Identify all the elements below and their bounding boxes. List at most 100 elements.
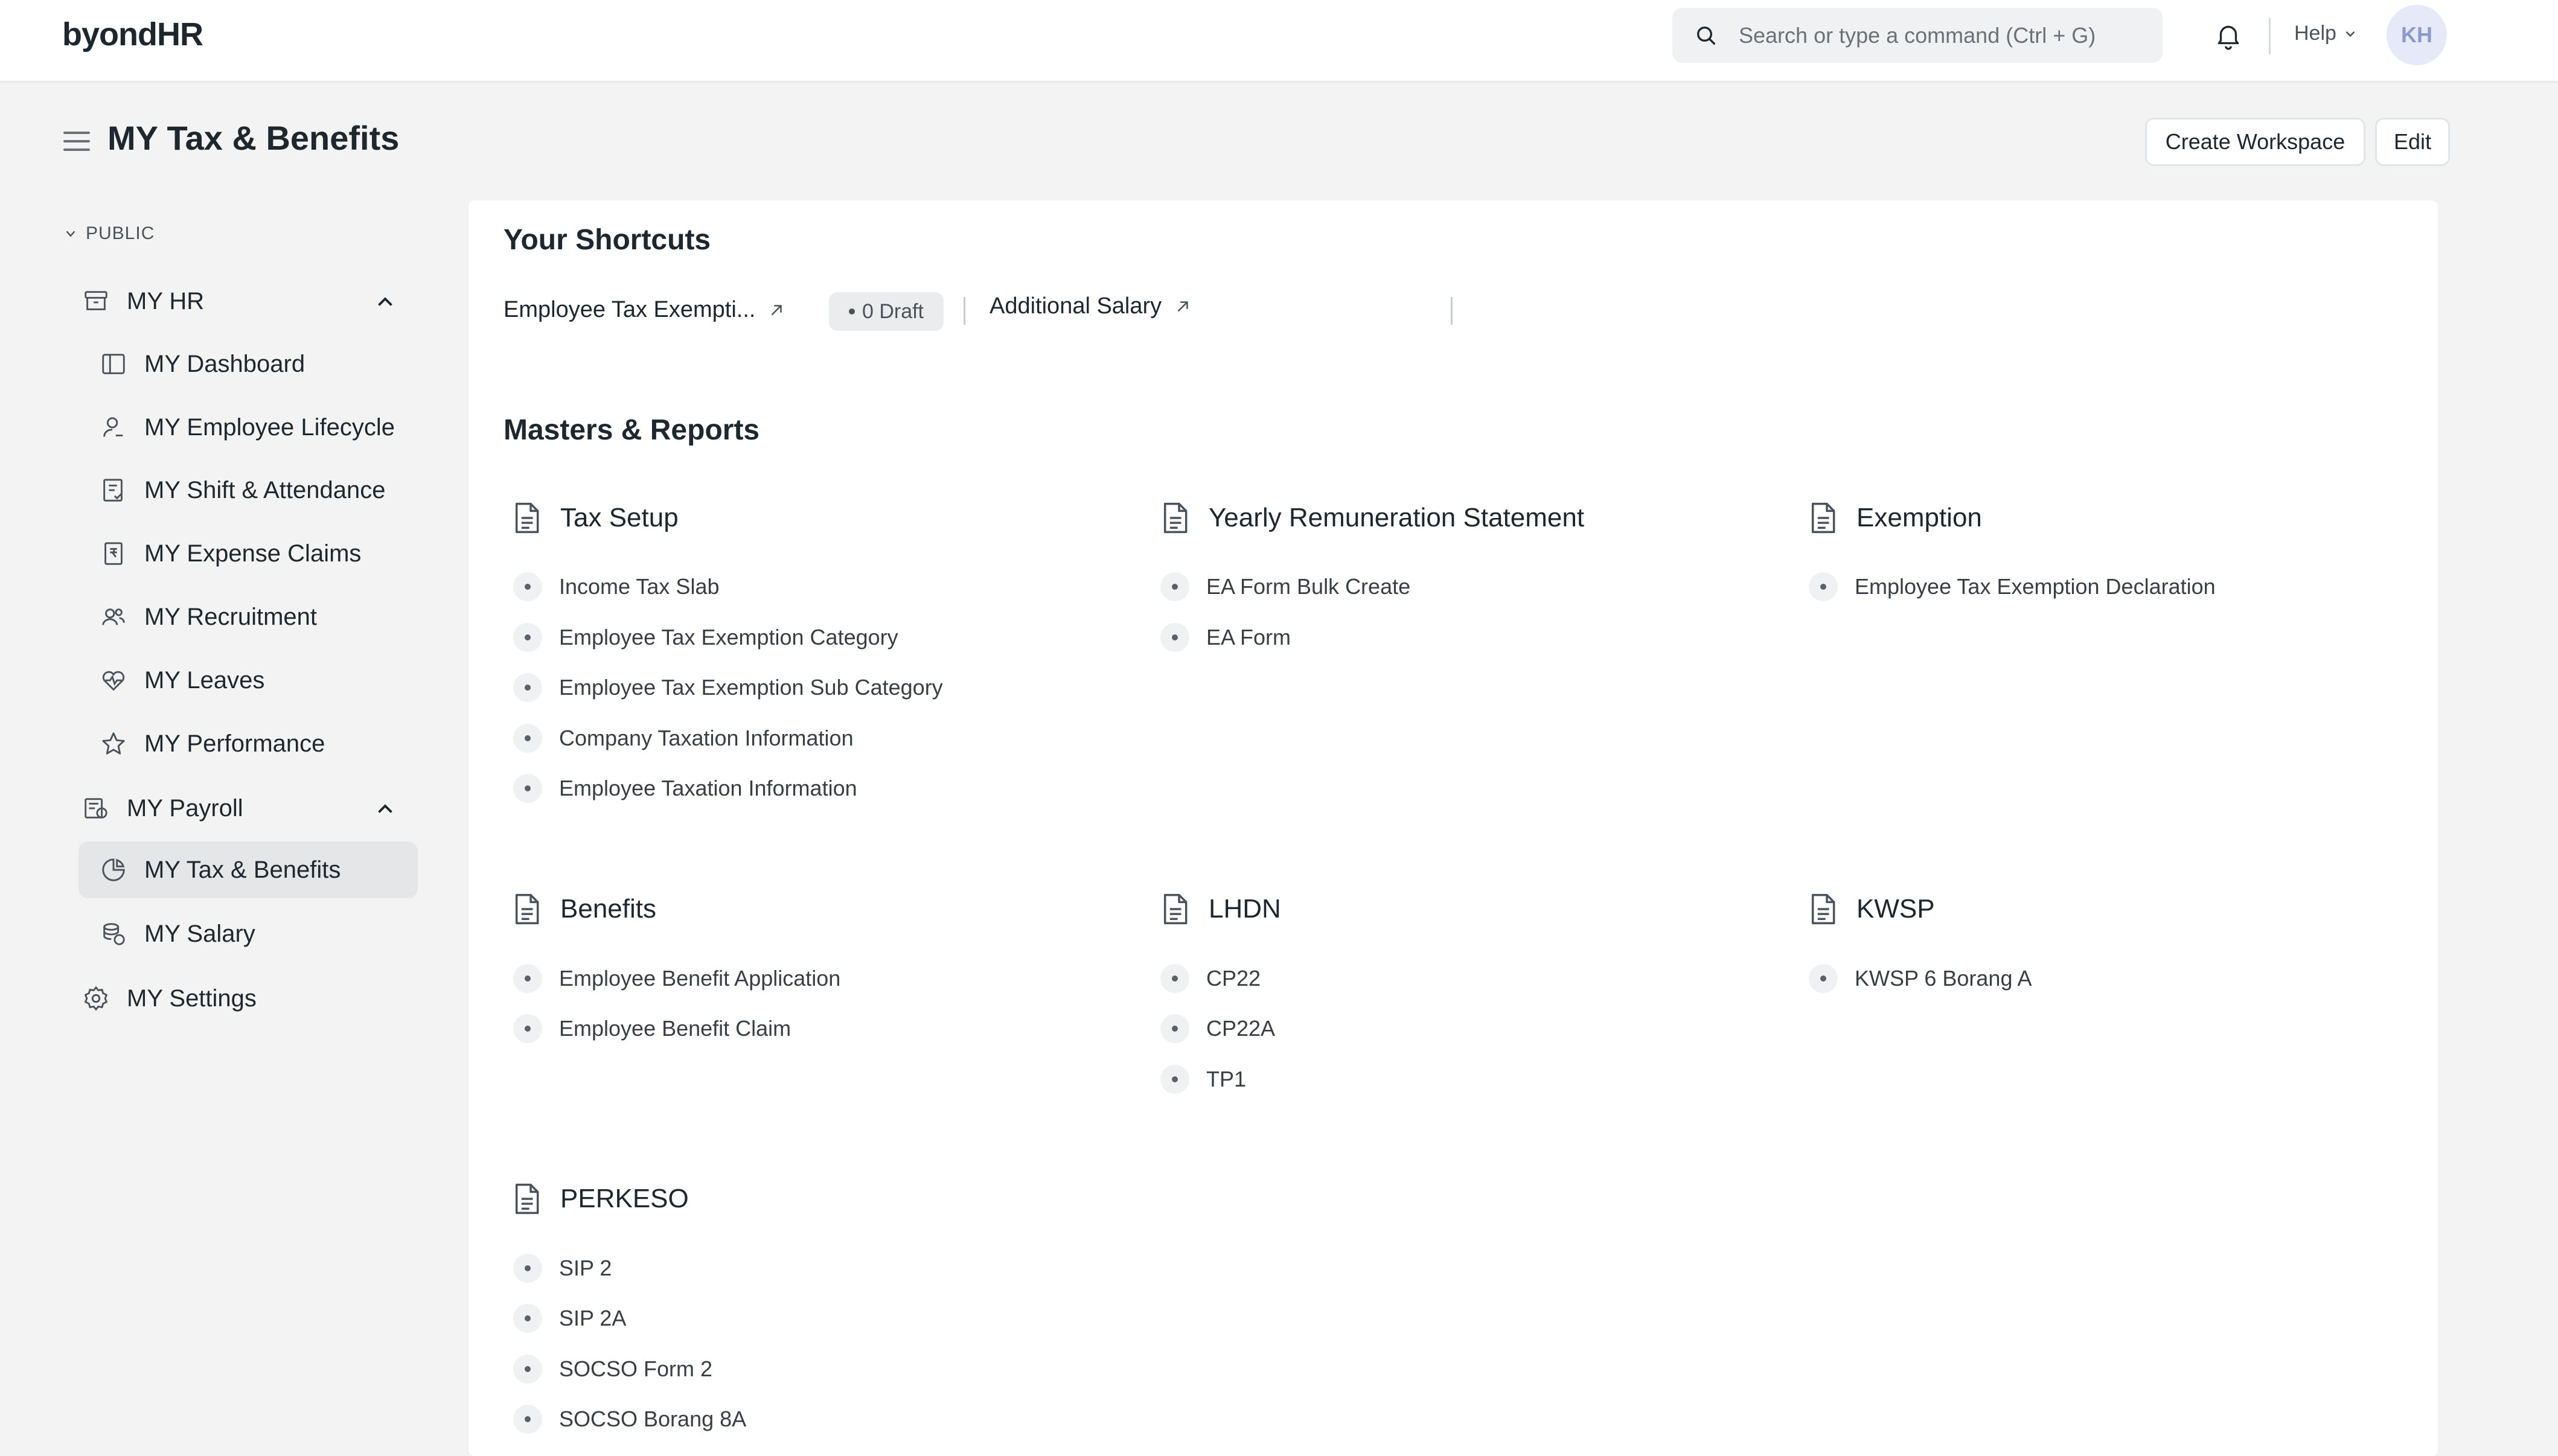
sidebar-item-my-dashboard[interactable]: MY Dashboard <box>100 336 305 392</box>
sidebar-item-my-settings[interactable]: MY Settings <box>82 970 257 1027</box>
card-yearly-remuneration-statement[interactable]: Yearly Remuneration Statement <box>1159 501 1584 535</box>
link-label: TP1 <box>1206 1067 1247 1091</box>
link-socso-borang-8a[interactable]: SOCSO Borang 8A <box>513 1405 746 1434</box>
document-icon <box>515 1183 539 1215</box>
card-title: Exemption <box>1856 503 1982 532</box>
link-employee-tax-exemption-sub-category[interactable]: Employee Tax Exemption Sub Category <box>513 673 943 702</box>
link-employee-benefit-application[interactable]: Employee Benefit Application <box>513 964 840 993</box>
link-company-taxation-information[interactable]: Company Taxation Information <box>513 724 854 753</box>
card-tax-setup[interactable]: Tax Setup <box>511 501 679 535</box>
chevron-down-icon <box>66 231 75 237</box>
link-cp22[interactable]: CP22 <box>1160 964 1261 993</box>
sidebar-item-label: MY Dashboard <box>144 350 305 377</box>
document-icon <box>515 502 539 534</box>
link-label: EA Form <box>1206 625 1291 650</box>
link-label: SIP 2A <box>559 1306 627 1330</box>
link-tp1[interactable]: TP1 <box>1160 1065 1246 1094</box>
shortcuts-heading: Your Shortcuts <box>504 224 711 256</box>
card-title: KWSP <box>1856 894 1935 924</box>
users-icon <box>102 608 125 625</box>
brand-logo[interactable]: byondHR <box>62 16 203 53</box>
masters-reports-heading: Masters & Reports <box>504 414 760 446</box>
link-sip-2a[interactable]: SIP 2A <box>513 1304 626 1333</box>
hamburger-menu-icon[interactable] <box>62 129 91 154</box>
card-title: LHDN <box>1209 894 1281 924</box>
sidebar-item-label: MY Tax & Benefits <box>144 856 341 883</box>
folder-icon <box>85 291 107 310</box>
sidebar-item-my-payroll[interactable]: MY Payroll <box>82 780 243 837</box>
card-kwsp[interactable]: KWSP <box>1807 892 1935 926</box>
card-title: PERKESO <box>560 1184 689 1213</box>
shortcut-employee-tax-exemption[interactable]: Employee Tax Exempti... <box>504 297 785 323</box>
gear-icon <box>84 986 108 1011</box>
navbar-divider <box>2269 18 2271 54</box>
sidebar-item-my-tax-benefits[interactable]: MY Tax & Benefits <box>78 841 418 898</box>
link-income-tax-slab[interactable]: Income Tax Slab <box>513 572 719 601</box>
shortcut-divider <box>1451 297 1453 325</box>
link-label: CP22A <box>1206 1016 1276 1041</box>
link-employee-tax-exemption-declaration[interactable]: Employee Tax Exemption Declaration <box>1809 572 2216 601</box>
expense-icon <box>104 542 123 565</box>
link-ea-form-bulk-create[interactable]: EA Form Bulk Create <box>1160 572 1410 601</box>
brand-suffix: HR <box>156 16 203 53</box>
sidebar-item-my-leaves[interactable]: MY Leaves <box>100 652 264 709</box>
card-lhdn[interactable]: LHDN <box>1159 892 1281 926</box>
link-label: SIP 2 <box>559 1256 612 1280</box>
edit-button[interactable]: Edit <box>2375 118 2450 166</box>
create-workspace-button[interactable]: Create Workspace <box>2145 118 2365 166</box>
document-icon <box>1163 502 1188 534</box>
chevron-down-icon <box>2345 31 2355 37</box>
link-label: Employee Tax Exemption Category <box>559 625 898 650</box>
search-input[interactable]: Search or type a command (Ctrl + G) <box>1672 8 2163 63</box>
link-label: Company Taxation Information <box>559 726 854 750</box>
link-label: CP22 <box>1206 966 1261 991</box>
link-label: KWSP 6 Borang A <box>1855 966 2032 991</box>
attendance-icon <box>103 479 123 502</box>
sidebar-section-label: PUBLIC <box>86 223 155 243</box>
salary-icon <box>103 923 125 945</box>
dashboard-icon <box>102 354 125 374</box>
link-label: Employee Benefit Application <box>559 966 841 991</box>
sidebar-item-my-expense-claims[interactable]: MY Expense Claims <box>100 525 361 582</box>
notification-bell-icon[interactable] <box>2213 21 2243 51</box>
chevron-up-icon[interactable] <box>374 799 396 820</box>
card-benefits[interactable]: Benefits <box>511 892 656 926</box>
sidebar-item-label: MY Employee Lifecycle <box>144 413 395 441</box>
brand-prefix: byond <box>62 16 158 53</box>
sidebar-item-my-shift-attendance[interactable]: MY Shift & Attendance <box>100 462 386 519</box>
document-icon <box>515 893 539 925</box>
link-sip-2[interactable]: SIP 2 <box>513 1254 612 1283</box>
link-ea-form[interactable]: EA Form <box>1160 623 1291 652</box>
card-exemption[interactable]: Exemption <box>1807 501 1982 535</box>
link-label: Employee Tax Exemption Sub Category <box>559 675 943 700</box>
link-label: SOCSO Borang 8A <box>559 1407 747 1431</box>
link-cp22a[interactable]: CP22A <box>1160 1014 1275 1043</box>
link-kwsp-6-borang-a[interactable]: KWSP 6 Borang A <box>1809 964 2032 993</box>
chevron-up-icon[interactable] <box>374 292 396 313</box>
link-employee-benefit-claim[interactable]: Employee Benefit Claim <box>513 1014 791 1043</box>
card-perkeso[interactable]: PERKESO <box>511 1182 689 1216</box>
document-icon <box>1811 893 1835 925</box>
link-employee-tax-exemption-category[interactable]: Employee Tax Exemption Category <box>513 623 898 652</box>
sidebar-item-label: MY HR <box>127 287 205 315</box>
page-title: MY Tax & Benefits <box>107 119 400 157</box>
sidebar-item-my-recruitment[interactable]: MY Recruitment <box>100 589 317 645</box>
tax-icon <box>102 858 125 881</box>
sidebar-item-my-salary[interactable]: MY Salary <box>100 905 255 962</box>
sidebar-item-my-hr[interactable]: MY HR <box>82 273 204 330</box>
shortcut-additional-salary[interactable]: Additional Salary <box>990 293 1192 319</box>
sidebar-item-label: MY Salary <box>144 920 255 947</box>
top-navbar: byondHR Search or type a command (Ctrl +… <box>0 0 2558 83</box>
sidebar-section-public[interactable]: PUBLIC <box>64 223 155 244</box>
sidebar-item-my-employee-lifecycle[interactable]: MY Employee Lifecycle <box>100 399 395 456</box>
avatar[interactable]: KH <box>2387 5 2447 65</box>
draft-count-badge[interactable]: 0 Draft <box>829 292 944 331</box>
sidebar-item-label: MY Shift & Attendance <box>144 476 386 503</box>
card-title: Yearly Remuneration Statement <box>1209 503 1585 532</box>
arrow-up-right-icon <box>772 304 782 315</box>
shortcut-divider <box>964 297 965 325</box>
link-socso-form-2[interactable]: SOCSO Form 2 <box>513 1355 712 1384</box>
sidebar-item-my-performance[interactable]: MY Performance <box>100 715 325 772</box>
link-employee-taxation-information[interactable]: Employee Taxation Information <box>513 774 857 803</box>
help-dropdown[interactable]: Help <box>2294 22 2358 45</box>
